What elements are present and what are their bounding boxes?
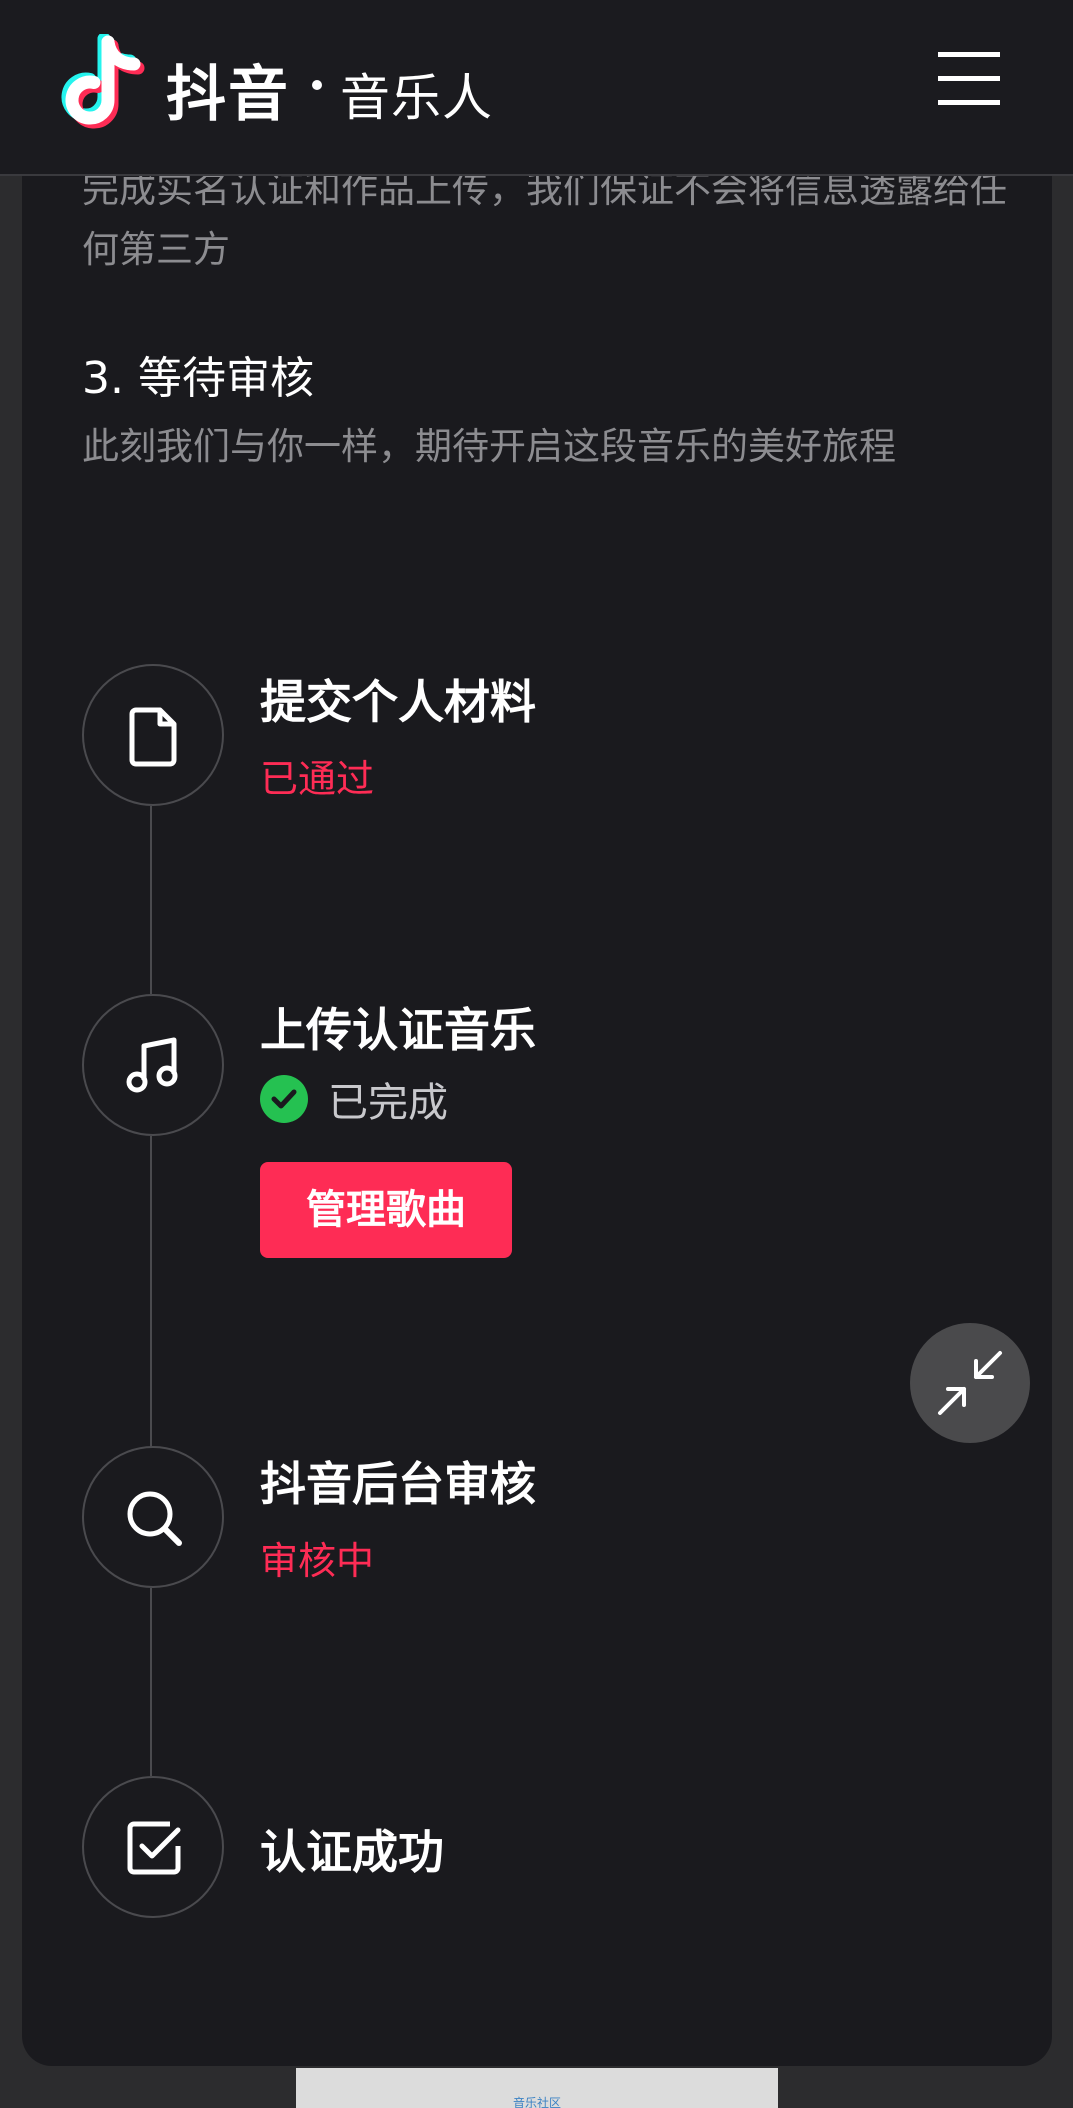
menu-bar-icon — [938, 76, 1000, 81]
timeline-item-title: 抖音后台审核 — [260, 1457, 536, 1511]
page: 抖音 音乐人 完成实名认证和作品上传，我们保证不会将信息透露给任何第三方 3. … — [0, 0, 1073, 2108]
timeline-item-title: 认证成功 — [260, 1825, 444, 1879]
status-badge: 已通过 — [260, 757, 375, 801]
timeline-item-title: 提交个人材料 — [260, 675, 536, 729]
top-navbar: 抖音 音乐人 — [0, 0, 1073, 176]
music-note-icon — [126, 1037, 178, 1093]
timeline-node — [82, 664, 224, 806]
collapse-button[interactable] — [910, 1323, 1030, 1443]
logo-subtitle: 音乐人 — [340, 69, 493, 127]
bottom-banner-text[interactable]: 音乐社区 — [296, 2094, 778, 2108]
menu-bar-icon — [938, 100, 1000, 105]
status-completed: 已完成 — [260, 1074, 448, 1126]
privacy-note: 完成实名认证和作品上传，我们保证不会将信息透露给任何第三方 — [82, 168, 1007, 271]
check-circle-icon — [260, 1075, 308, 1123]
timeline-node — [82, 1776, 224, 1918]
timeline-item-title: 上传认证音乐 — [260, 1003, 536, 1057]
timeline-connector — [150, 806, 152, 994]
timeline-node — [82, 994, 224, 1136]
logo-separator-dot — [312, 80, 322, 90]
search-icon — [127, 1491, 182, 1546]
step-description: 此刻我们与你一样，期待开启这段音乐的美好旅程 — [82, 425, 896, 468]
douyin-logo-icon[interactable] — [58, 34, 152, 138]
timeline-connector — [150, 1588, 152, 1776]
timeline-node — [82, 1446, 224, 1588]
logo-title: 抖音 — [166, 60, 290, 130]
document-icon — [129, 707, 177, 767]
checkbox-icon — [127, 1821, 181, 1875]
collapse-arrows-icon — [938, 1351, 1002, 1415]
step-title: 3. 等待审核 — [82, 353, 314, 404]
manage-songs-button[interactable]: 管理歌曲 — [260, 1162, 512, 1258]
status-badge: 审核中 — [260, 1539, 375, 1583]
hamburger-menu-button[interactable] — [938, 50, 1004, 110]
menu-bar-icon — [938, 52, 1000, 57]
bottom-banner: 音乐社区 — [296, 2068, 778, 2108]
status-text: 已完成 — [328, 1080, 448, 1126]
certification-card: 完成实名认证和作品上传，我们保证不会将信息透露给任何第三方 3. 等待审核 此刻… — [22, 120, 1052, 2066]
